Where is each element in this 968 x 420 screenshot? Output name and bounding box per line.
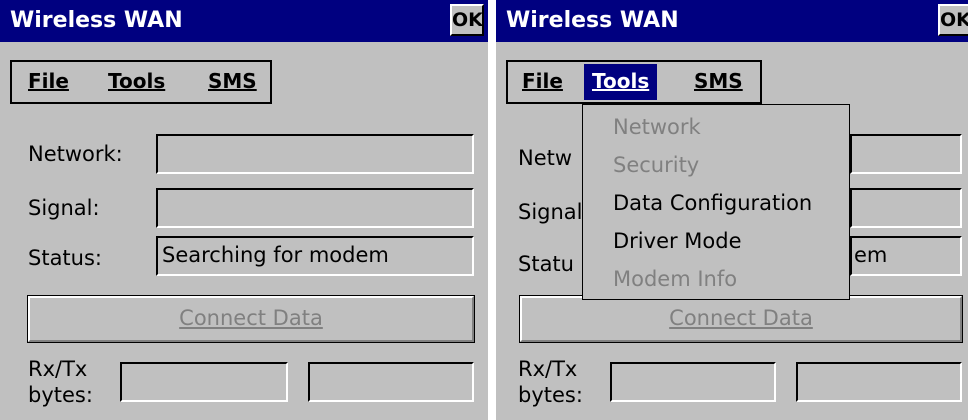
tools-menu-driver-mode-label: Driver Mode — [613, 229, 742, 253]
menu-sms[interactable]: SMS — [200, 64, 265, 100]
menu-file-label: File — [28, 69, 69, 93]
tx-bytes-field[interactable] — [796, 362, 962, 402]
menu-tools-label: Tools — [108, 69, 166, 93]
connect-data-label: Connect Data — [179, 306, 323, 330]
signal-label: Signal: — [28, 196, 100, 220]
wireless-wan-window-tools-open: Wireless WAN OK File Tools SMS Netw Sign… — [496, 0, 968, 420]
tools-menu-modem-info-label: Modem Info — [613, 267, 738, 291]
window-title: Wireless WAN — [506, 8, 679, 33]
title-bar: Wireless WAN OK — [496, 0, 968, 42]
rxtx-label-line2: bytes: — [518, 383, 583, 407]
menu-bar: File Tools SMS — [10, 60, 272, 104]
tools-menu-security-label: Security — [613, 153, 700, 177]
menu-sms-label: SMS — [208, 69, 257, 93]
menu-sms[interactable]: SMS — [686, 64, 751, 100]
rxtx-label: Rx/Tx bytes: — [28, 356, 93, 408]
rxtx-label: Rx/Tx bytes: — [518, 356, 583, 408]
connect-data-button[interactable]: Connect Data — [519, 295, 963, 343]
tools-menu-driver-mode[interactable]: Driver Mode — [613, 229, 742, 253]
tools-dropdown-menu: Network Security Data Configuration Driv… — [582, 104, 850, 300]
tools-menu-security[interactable]: Security — [613, 153, 699, 177]
tools-menu-data-configuration-label: Data Configuration — [613, 191, 813, 215]
rxtx-label-line1: Rx/Tx — [518, 357, 578, 381]
title-bar: Wireless WAN OK — [0, 0, 488, 42]
ok-button[interactable]: OK — [450, 4, 484, 36]
signal-label: Signal — [518, 200, 583, 224]
network-field[interactable] — [850, 134, 962, 174]
signal-field[interactable] — [156, 188, 474, 228]
network-label: Network: — [28, 142, 123, 166]
menu-tools-label: Tools — [592, 69, 650, 93]
tools-menu-modem-info[interactable]: Modem Info — [613, 267, 737, 291]
menu-tools[interactable]: Tools — [100, 64, 173, 100]
rxtx-label-line1: Rx/Tx — [28, 357, 88, 381]
tools-menu-network-label: Network — [613, 115, 701, 139]
network-label: Netw — [518, 146, 573, 170]
tx-bytes-field[interactable] — [308, 362, 474, 402]
window-title: Wireless WAN — [10, 8, 183, 33]
menu-file-label: File — [522, 69, 563, 93]
tools-menu-data-configuration[interactable]: Data Configuration — [613, 191, 812, 215]
status-label: Statu — [518, 252, 574, 276]
network-field[interactable] — [156, 134, 474, 174]
menu-file[interactable]: File — [514, 64, 571, 100]
ok-button[interactable]: OK — [938, 4, 968, 36]
status-field[interactable]: em — [850, 236, 962, 276]
menu-tools-active[interactable]: Tools — [584, 64, 658, 100]
status-label: Status: — [28, 246, 102, 270]
signal-field[interactable] — [850, 188, 962, 228]
menu-bar: File Tools SMS — [506, 60, 762, 104]
menu-sms-label: SMS — [694, 69, 743, 93]
wireless-wan-window: Wireless WAN OK File Tools SMS Network: … — [0, 0, 488, 420]
connect-data-label: Connect Data — [669, 306, 813, 330]
tools-menu-network[interactable]: Network — [613, 115, 701, 139]
rxtx-label-line2: bytes: — [28, 383, 93, 407]
rx-bytes-field[interactable] — [120, 362, 288, 402]
menu-file[interactable]: File — [20, 64, 77, 100]
status-field[interactable]: Searching for modem — [156, 236, 474, 276]
connect-data-button[interactable]: Connect Data — [27, 295, 475, 343]
rx-bytes-field[interactable] — [610, 362, 776, 402]
